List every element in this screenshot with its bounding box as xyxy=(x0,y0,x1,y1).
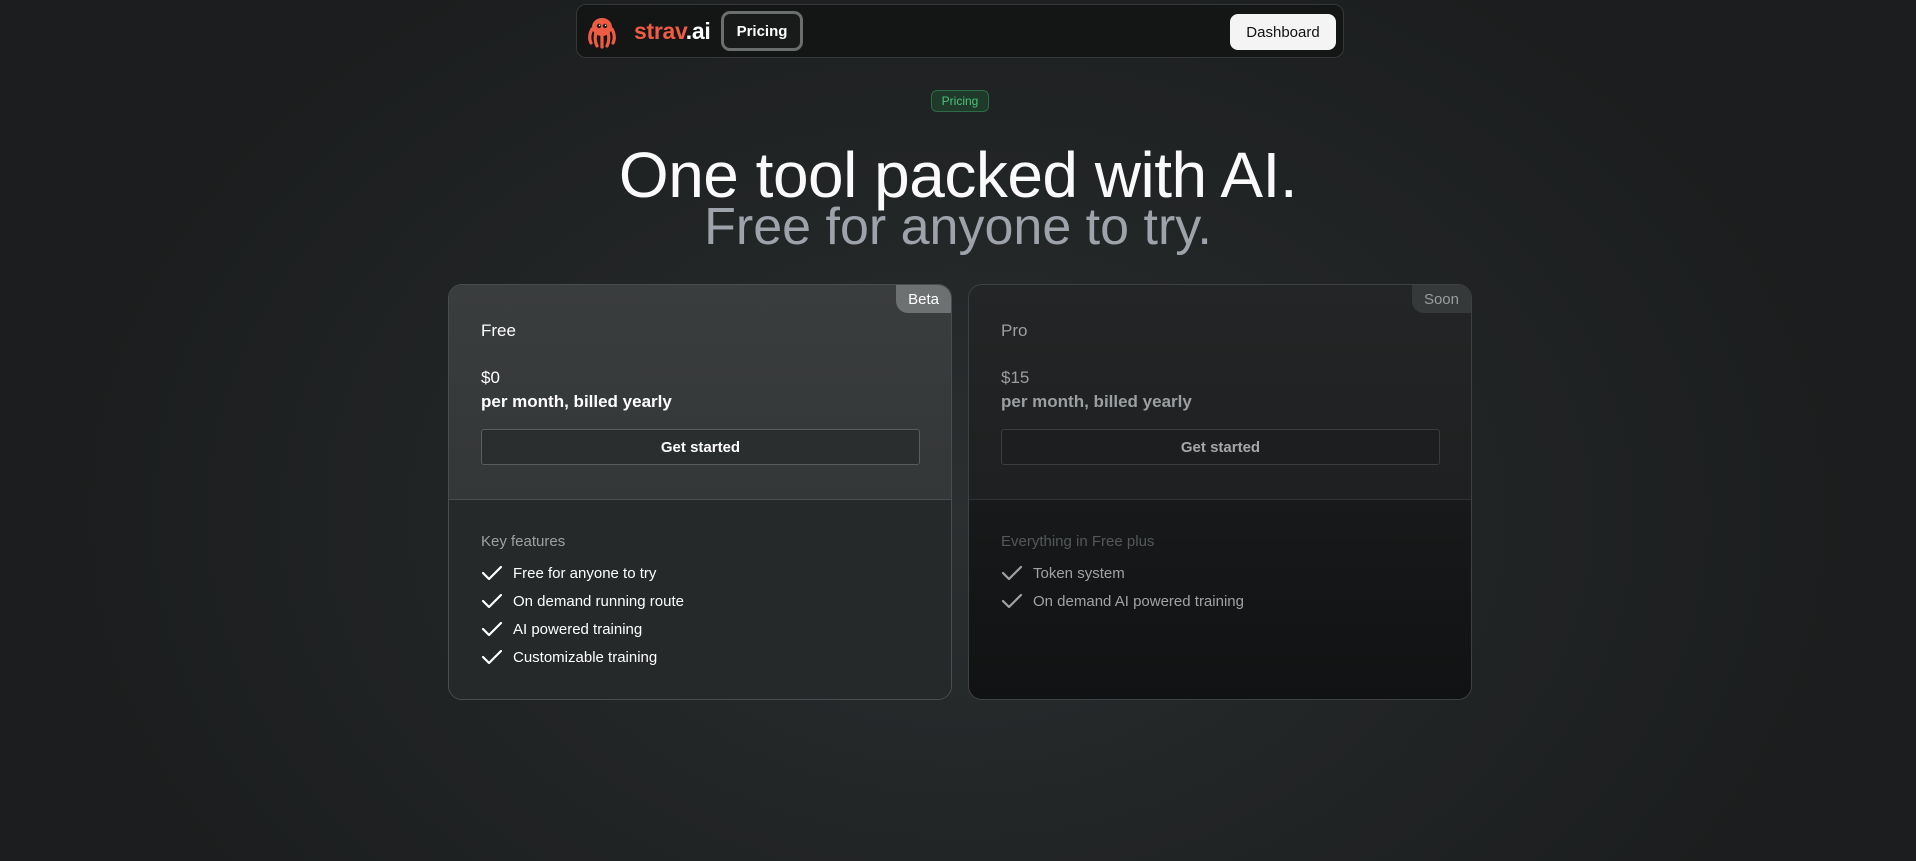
plan-status-badge: Beta xyxy=(896,285,951,313)
feature-item: Customizable training xyxy=(481,646,657,668)
plan-billing-period: per month, billed yearly xyxy=(1001,392,1192,411)
feature-label: AI powered training xyxy=(513,620,643,638)
feature-item: Token system xyxy=(1001,562,1125,584)
check-icon xyxy=(1001,592,1023,610)
brand-tld: .ai xyxy=(685,18,711,44)
features-title: Key features xyxy=(481,533,566,550)
feature-label: On demand AI powered training xyxy=(1033,592,1244,610)
feature-item: Free for anyone to try xyxy=(481,562,656,584)
plan-price: $0 xyxy=(481,368,500,387)
dashboard-button[interactable]: Dashboard xyxy=(1230,14,1336,50)
octopus-logo-icon[interactable] xyxy=(585,15,619,49)
feature-item: On demand running route xyxy=(481,590,684,612)
get-started-button[interactable]: Get started xyxy=(481,429,920,465)
feature-item: On demand AI powered training xyxy=(1001,590,1244,612)
plan-name: Free xyxy=(481,321,516,340)
brand-wordmark[interactable]: strav.ai xyxy=(634,18,711,45)
check-icon xyxy=(481,648,503,666)
page-subtitle: Free for anyone to try. xyxy=(704,198,1212,256)
check-icon xyxy=(481,592,503,610)
section-badge: Pricing xyxy=(931,90,989,112)
brand-main: strav xyxy=(634,18,686,44)
plan-card-header: Beta Free $0 per month, billed yearly Ge… xyxy=(449,285,951,499)
feature-label: Token system xyxy=(1033,564,1125,582)
plan-card-free: Beta Free $0 per month, billed yearly Ge… xyxy=(448,284,952,700)
features-title: Everything in Free plus xyxy=(1001,533,1155,550)
plan-card-pro: Soon Pro $15 per month, billed yearly Ge… xyxy=(968,284,1472,700)
plan-card-header: Soon Pro $15 per month, billed yearly Ge… xyxy=(969,285,1471,499)
feature-item: AI powered training xyxy=(481,618,642,640)
feature-label: On demand running route xyxy=(513,592,684,610)
check-icon xyxy=(481,620,503,638)
plan-status-badge: Soon xyxy=(1411,285,1471,313)
nav-pricing-button[interactable]: Pricing xyxy=(721,11,803,51)
top-nav: strav.ai Pricing Dashboard xyxy=(576,4,1344,58)
plan-billing-period: per month, billed yearly xyxy=(481,392,672,411)
feature-label: Customizable training xyxy=(513,648,658,666)
plan-price: $15 xyxy=(1001,368,1030,387)
get-started-button[interactable]: Get started xyxy=(1001,429,1440,465)
check-icon xyxy=(481,564,503,582)
check-icon xyxy=(1001,564,1023,582)
feature-label: Free for anyone to try xyxy=(513,564,657,582)
plan-name: Pro xyxy=(1001,321,1028,340)
